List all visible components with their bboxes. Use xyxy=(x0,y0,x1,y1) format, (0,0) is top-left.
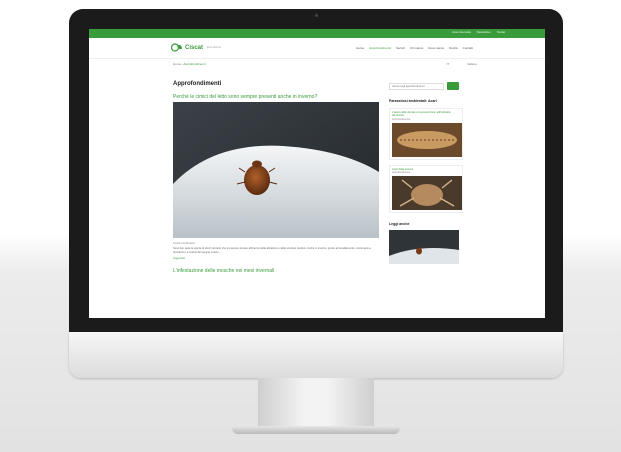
nav-item-contatti[interactable]: Contatti xyxy=(463,46,473,50)
top-link-social[interactable]: Social xyxy=(497,30,505,34)
search-input[interactable] xyxy=(389,82,444,90)
lang-name[interactable]: Italiano xyxy=(467,62,477,66)
sidebar: Parassitosi ambientali: Acari L'acaro de… xyxy=(389,82,465,265)
nav-item-home[interactable]: Home xyxy=(356,46,364,50)
site-logo[interactable]: Ciscat Pest Control xyxy=(171,43,221,52)
post-excerpt: Sono ben sette le specie di cimici del l… xyxy=(173,247,371,254)
sidebar-heading: Parassitosi ambientali: Acari xyxy=(389,99,437,103)
leaf-logo-icon xyxy=(171,43,182,52)
dust-mite-photo[interactable] xyxy=(392,176,462,211)
search-button[interactable] xyxy=(447,82,459,90)
sidebar-card-subtitle: Approfondimento xyxy=(392,171,411,175)
post-category[interactable]: Insetti ed infestanti xyxy=(173,242,383,245)
sidebar-heading: Leggi anche xyxy=(389,222,410,227)
related-bedbug-photo[interactable] xyxy=(389,230,459,265)
nav-item-dove-siamo[interactable]: Dove siamo xyxy=(428,46,444,50)
nav-item-novita[interactable]: Novità xyxy=(449,46,458,50)
camera-dot xyxy=(315,14,318,17)
breadcrumb-current: Approfondimenti xyxy=(183,62,206,66)
read-more-link[interactable]: Leggi tutto xyxy=(173,257,383,260)
main-content: Approfondimenti Perché le cimici del let… xyxy=(173,81,383,274)
top-link-reserved[interactable]: Area riservata xyxy=(452,30,471,34)
mite-photo[interactable] xyxy=(392,122,462,157)
monitor-chin xyxy=(69,332,563,378)
nav-item-servizi[interactable]: Servizi xyxy=(396,46,405,50)
monitor-stand-foot xyxy=(232,426,400,434)
sidebar-card[interactable]: Acari della polvere Approfondimento xyxy=(389,164,463,214)
logo-subtitle: Pest Control xyxy=(207,46,221,49)
top-bar-links: Area riservata Newsletter Social xyxy=(452,30,505,34)
bedbug-photo[interactable] xyxy=(173,102,379,238)
main-nav: Home Approfondimenti Servizi Chi siamo D… xyxy=(356,46,473,50)
breadcrumb: Home › Approfondimenti xyxy=(173,62,206,66)
top-link-newsletter[interactable]: Newsletter xyxy=(477,30,491,34)
sidebar-card-title[interactable]: L'acaro delle derrate e la prevenzione n… xyxy=(392,111,460,118)
sidebar-card[interactable]: L'acaro delle derrate e la prevenzione n… xyxy=(389,108,463,160)
breadcrumb-home[interactable]: Home xyxy=(173,62,181,66)
top-bar: Area riservata Newsletter Social xyxy=(89,29,545,38)
nav-item-approfondimenti[interactable]: Approfondimenti xyxy=(369,46,391,50)
lang-code[interactable]: IT xyxy=(447,62,450,66)
screen: Area riservata Newsletter Social Ciscat … xyxy=(89,29,545,318)
monitor-stand-neck xyxy=(258,378,374,428)
language-links: IT Italiano xyxy=(447,62,477,66)
page-title: Approfondimenti xyxy=(173,81,222,87)
post-title-link[interactable]: Perché le cimici del letto sono sempre p… xyxy=(173,94,383,100)
search-row xyxy=(389,82,465,90)
nav-item-chi-siamo[interactable]: Chi siamo xyxy=(410,46,423,50)
site-header: Ciscat Pest Control Home Approfondimenti… xyxy=(89,38,545,59)
logo-text: Ciscat xyxy=(185,44,204,51)
sidebar-card-subtitle: Approfondimento xyxy=(392,117,411,121)
post2-title-link[interactable]: L'infestazione delle mosche nei mesi inv… xyxy=(173,268,383,274)
